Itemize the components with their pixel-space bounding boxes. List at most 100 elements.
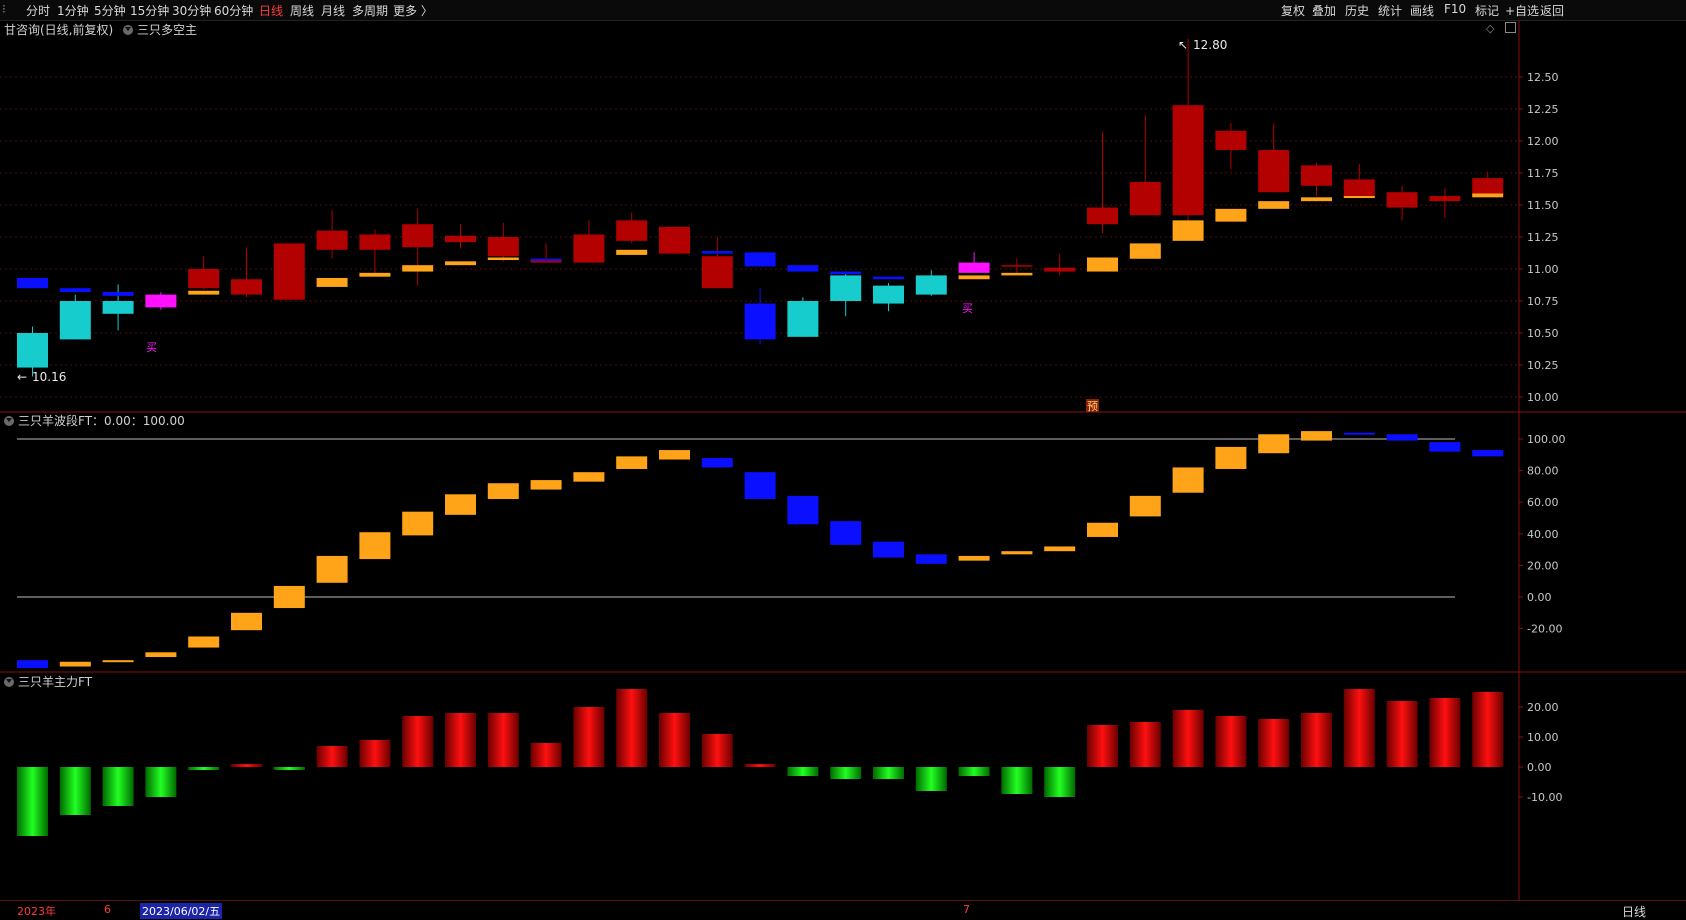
force-bar [359,740,391,767]
low-arrow: ← [17,370,27,384]
high-price-label: 12.80 [1193,38,1227,52]
history-button[interactable]: 历史 [1345,2,1369,19]
wave-bar [1087,522,1118,537]
support-bar [616,249,648,255]
force-bar [273,767,305,770]
force-bar [17,767,48,836]
support-bar [102,292,134,296]
tab-5min[interactable]: 5分钟 [94,2,126,19]
support-bar [1472,193,1504,198]
date-axis: 2023年 6 2023/06/02/五 7 日线 [0,900,1686,920]
price-tick-label: 10.75 [1527,295,1559,308]
force-bar [188,767,220,770]
support-bar [359,272,391,277]
tab-1min[interactable]: 1分钟 [57,2,89,19]
price-tick-label: 12.00 [1527,135,1559,148]
wave-band-series [17,431,1504,669]
candle-body [17,333,48,368]
force-bar [958,767,990,776]
wave-tick-label: 0.00 [1527,591,1552,604]
support-bar [1215,208,1247,222]
candle-body [1044,267,1076,272]
force-bar [1215,716,1247,767]
candle-body [316,230,348,250]
wave-bar [1044,546,1076,552]
wave-tick-label: 40.00 [1527,528,1559,541]
support-bar [402,265,434,272]
force-tick-label: 0.00 [1527,761,1552,774]
candle-body [958,262,990,273]
draw-button[interactable]: 画线 [1410,2,1434,19]
tab-monthly[interactable]: 月线 [321,2,345,19]
candle-body [1429,196,1461,202]
force-bar [787,767,819,776]
candle-body [1215,130,1247,150]
yu-mark: 预 [1087,400,1098,413]
support-bar [445,261,476,266]
wave-bar [359,532,391,560]
tab-60min[interactable]: 60分钟 [214,2,253,19]
main-force-series [17,689,1504,836]
window-menu-icon[interactable]: ⁝ [2,2,6,16]
price-tick-label: 12.50 [1527,71,1559,84]
tab-30min[interactable]: 30分钟 [172,2,211,19]
price-tick-label: 11.00 [1527,263,1559,276]
wave-bar [701,457,733,468]
tab-fenshi[interactable]: 分时 [26,2,50,19]
support-bar [1343,196,1375,199]
price-tick-label: 10.50 [1527,327,1559,340]
support-bar [1172,220,1204,241]
tab-weekly[interactable]: 周线 [290,2,314,19]
high-arrow: ↖ [1178,38,1188,52]
support-bar [830,271,862,275]
wave-bar [1172,467,1204,493]
candle-body [1001,265,1033,267]
force-bar [487,713,519,767]
candle-body [1172,105,1204,216]
back-button[interactable]: 返回 [1540,2,1564,19]
tab-more[interactable]: 更多 〉 [393,2,433,19]
wave-bar [744,472,776,500]
f10-button[interactable]: F10 [1444,2,1466,16]
price-tick-label: 11.25 [1527,231,1559,244]
force-bar [659,713,690,767]
force-bar [1258,719,1290,767]
force-bar [1301,713,1332,767]
tab-15min[interactable]: 15分钟 [130,2,169,19]
candle-body [1258,149,1290,193]
wave-bar [1472,450,1504,457]
force-bar [1343,689,1375,767]
date-month-6: 6 [104,903,111,916]
support-bar [188,290,220,295]
mark-button[interactable]: 标记 [1475,2,1499,19]
candle-body [445,235,476,243]
wave-tick-label: 80.00 [1527,465,1559,478]
force-bar [915,767,947,791]
force-bar [1172,710,1204,767]
tab-daily[interactable]: 日线 [259,2,283,19]
wave-bar [1129,495,1161,517]
support-bar [1129,243,1161,259]
add-watchlist-button[interactable]: +自选 [1505,2,1539,19]
force-bar [744,764,776,767]
stats-button[interactable]: 统计 [1378,2,1402,19]
candle-body [402,224,434,248]
period-label[interactable]: 日线 [1622,903,1646,920]
price-tick-label: 10.00 [1527,391,1559,404]
force-bar [1087,725,1118,767]
tab-multi-period[interactable]: 多周期 [352,2,388,19]
wave-bar [188,636,220,648]
force-bar [231,764,262,767]
wave-bar [445,494,476,515]
support-bar [958,275,990,280]
force-bar [445,713,476,767]
chart-canvas[interactable]: 12.50 12.25 12.00 11.75 11.50 11.25 11.00 10.75… [0,20,1686,900]
wave-tick-label: -20.00 [1527,623,1562,636]
wave-bar [873,541,904,558]
force-bar [1129,722,1161,767]
force-bar [145,767,177,797]
wave-bar [402,511,434,536]
overlay-button[interactable]: 叠加 [1312,2,1336,19]
price-tick-label: 11.75 [1527,167,1559,180]
fuquan-button[interactable]: 复权 [1281,2,1305,19]
